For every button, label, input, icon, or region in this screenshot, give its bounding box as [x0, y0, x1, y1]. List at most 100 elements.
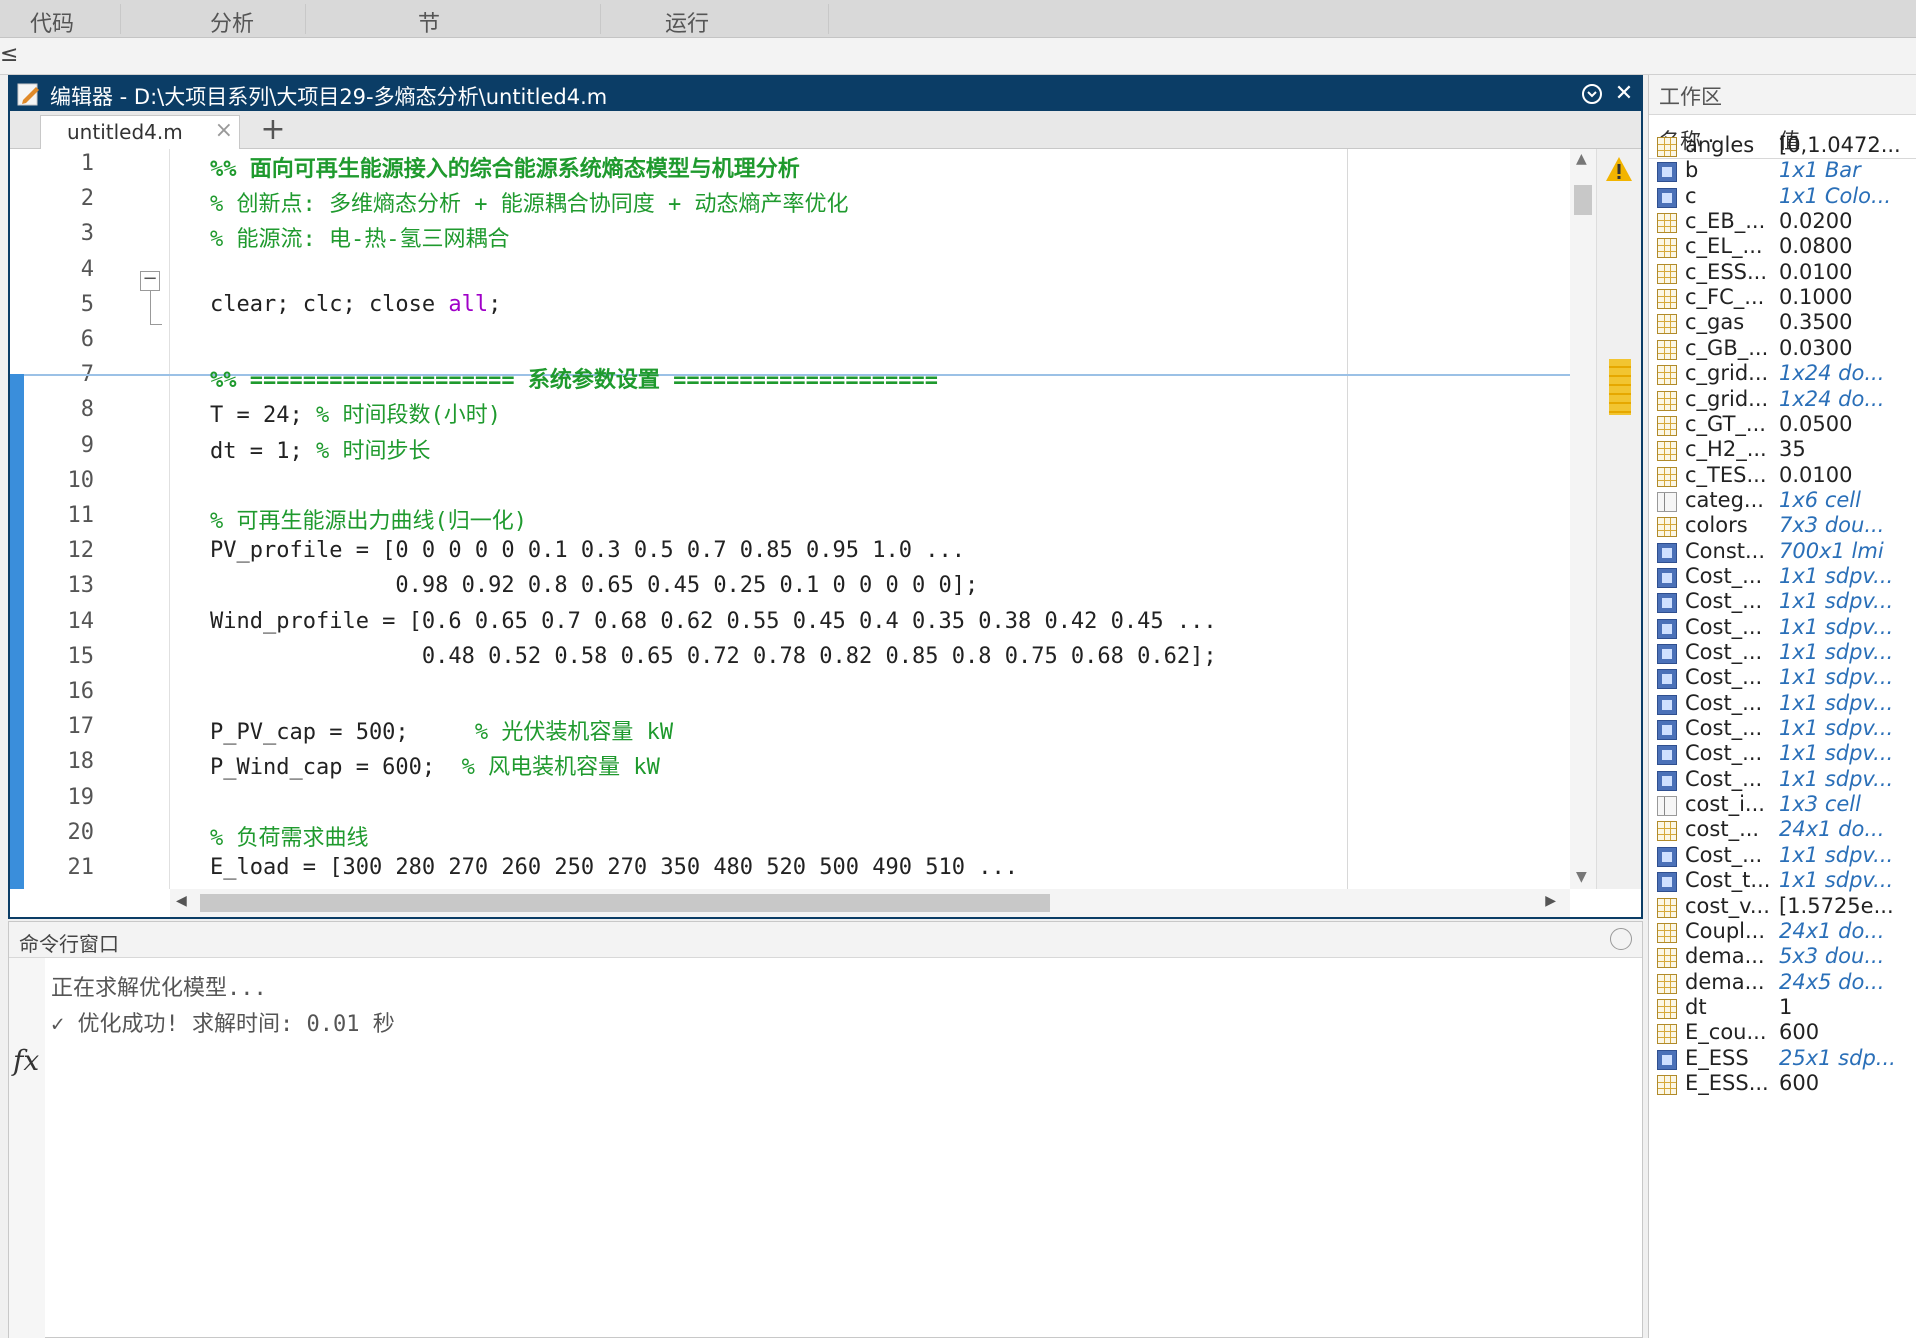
variable-value: 35 [1779, 437, 1806, 462]
variable-name: Cost_... [1685, 690, 1763, 715]
variable-value: 1x24 do... [1779, 386, 1885, 411]
line-number: 16 [67, 679, 95, 704]
scroll-left-arrow-icon[interactable]: ◀ [176, 893, 187, 909]
object-variable-icon [1657, 187, 1677, 208]
panel-options-icon[interactable] [1610, 928, 1632, 950]
command-window-header: 命令行窗口 [9, 922, 1642, 958]
numeric-array-icon [1657, 466, 1677, 487]
code-line[interactable]: % 创新点: 多维熵态分析 + 能源耦合协同度 + 动态熵产率优化 [210, 186, 848, 218]
numeric-array-icon [1657, 922, 1677, 943]
variable-name: cost_... [1685, 817, 1760, 842]
line-number: 1 [80, 151, 94, 176]
code-line[interactable]: dt = 1; % 时间步长 [210, 433, 430, 465]
variable-value: 0.1000 [1779, 285, 1853, 310]
code-text: dt = 1; [210, 438, 316, 464]
close-editor-icon[interactable]: ✕ [1611, 81, 1637, 107]
object-variable-icon [1657, 720, 1677, 741]
ribbon-tab-code[interactable]: 代码 [30, 6, 74, 38]
warning-icon[interactable] [1605, 155, 1633, 183]
fold-guide-end [150, 324, 162, 325]
variable-value: 0.0300 [1779, 335, 1853, 360]
command-window-title: 命令行窗口 [19, 932, 119, 956]
line-number: 18 [67, 749, 95, 775]
fold-toggle-icon[interactable]: − [140, 270, 160, 291]
code-line[interactable]: PV_profile = [0 0 0 0 0 0.1 0.3 0.5 0.7 … [210, 538, 965, 563]
object-variable-icon [1657, 162, 1677, 183]
variable-value: 7x3 dou... [1779, 513, 1885, 538]
code-comment: % 光伏装机容量 kW [474, 720, 674, 746]
command-output-line: ✓ 优化成功! 求解时间: 0.01 秒 [51, 1012, 395, 1037]
line-number: 8 [80, 397, 94, 423]
variable-name: c_grid... [1685, 386, 1769, 411]
line-number: 13 [67, 573, 95, 599]
code-area[interactable]: − 123456789101112131415161718192021 %% 面… [10, 149, 1574, 889]
object-variable-icon [1657, 593, 1677, 614]
variable-value: 1x1 sdpv... [1779, 716, 1894, 741]
code-line[interactable]: % 能源流: 电-热-氢三网耦合 [210, 221, 509, 253]
scroll-right-arrow-icon[interactable]: ▶ [1545, 893, 1556, 909]
function-browser-icon[interactable]: fx [13, 1044, 39, 1077]
line-number: 2 [80, 186, 94, 212]
horizontal-scroll-thumb[interactable] [200, 894, 1050, 912]
line-number: 12 [67, 538, 95, 564]
variable-name: colors [1685, 513, 1748, 538]
numeric-array-icon [1657, 415, 1677, 436]
section-comment: %% ==================== 系统参数设置 =========… [210, 368, 939, 394]
code-line[interactable]: %% ==================== 系统参数设置 =========… [210, 362, 938, 394]
variable-name: dema... [1685, 944, 1765, 969]
warning-marker[interactable] [1609, 359, 1631, 415]
cell-array-icon [1657, 796, 1677, 817]
variable-name: Const... [1685, 538, 1766, 563]
code-line[interactable]: %% 面向可再生能源接入的综合能源系统熵态模型与机理分析 [210, 151, 800, 183]
add-tab-button[interactable]: + [254, 115, 292, 149]
variable-name: c_ESS... [1685, 259, 1768, 284]
code-line[interactable]: Wind_profile = [0.6 0.65 0.7 0.68 0.62 0… [210, 609, 1217, 634]
line-number: 5 [80, 291, 94, 317]
ribbon-tab-bar: 代码 分析 节 运行 [0, 0, 1916, 38]
code-line[interactable]: % 可再生能源出力曲线(归一化) [210, 503, 527, 535]
code-line[interactable]: P_PV_cap = 500; % 光伏装机容量 kW [210, 714, 673, 746]
variable-value: 24x1 do... [1779, 817, 1885, 842]
variable-value: 1x1 sdpv... [1779, 741, 1894, 766]
code-text: E_load = [300 280 270 260 250 270 350 48… [210, 855, 1018, 880]
workspace-variable-row[interactable]: E_ESS... 600 [1649, 1069, 1916, 1100]
scroll-down-arrow-icon[interactable]: ▼ [1576, 869, 1587, 885]
line-number: 11 [67, 503, 95, 528]
ribbon-tab-run[interactable]: 运行 [665, 6, 709, 38]
variable-name: angles [1685, 133, 1755, 157]
tab-untitled4[interactable]: untitled4.m × [40, 115, 240, 149]
line-number: 3 [80, 221, 94, 247]
vertical-scroll-thumb[interactable] [1574, 185, 1592, 215]
variable-name: categ... [1685, 487, 1764, 512]
code-text: 0.48 0.52 0.58 0.65 0.72 0.78 0.82 0.85 … [210, 643, 1217, 669]
variable-value: 0.0500 [1779, 411, 1853, 436]
code-line[interactable]: 0.98 0.92 0.8 0.65 0.45 0.25 0.1 0 0 0 0… [210, 573, 978, 598]
code-line[interactable]: 0.48 0.52 0.58 0.65 0.72 0.78 0.82 0.85 … [210, 644, 1217, 669]
code-text: Wind_profile = [0.6 0.65 0.7 0.68 0.62 0… [210, 608, 1217, 634]
code-line[interactable]: T = 24; % 时间段数(小时) [210, 397, 501, 429]
numeric-array-icon [1657, 365, 1677, 386]
vertical-scrollbar[interactable]: ▲ ▼ [1570, 149, 1596, 889]
ribbon-tab-section[interactable]: 节 [418, 6, 440, 38]
code-line[interactable]: clear; clc; close all; [210, 292, 501, 317]
variable-value: 1x1 sdpv... [1779, 563, 1894, 588]
ribbon-tab-analyze[interactable]: 分析 [210, 6, 254, 38]
line-number: 21 [67, 855, 95, 880]
horizontal-scrollbar[interactable]: ◀ ▶ [170, 889, 1570, 917]
numeric-array-icon [1657, 137, 1677, 157]
code-text: T = 24; [210, 403, 316, 429]
code-line[interactable]: P_Wind_cap = 600; % 风电装机容量 kW [210, 749, 660, 781]
undock-icon[interactable] [1579, 81, 1605, 107]
numeric-array-icon [1657, 390, 1677, 411]
code-line[interactable]: E_load = [300 280 270 260 250 270 350 48… [210, 855, 1018, 880]
scroll-up-arrow-icon[interactable]: ▲ [1576, 151, 1587, 167]
code-comment: % 可再生能源出力曲线(归一化) [210, 509, 527, 534]
breadcrumb[interactable]: ≤ [0, 42, 18, 67]
code-line[interactable]: % 负荷需求曲线 [210, 820, 369, 852]
variable-name: b [1685, 158, 1699, 183]
object-variable-icon [1657, 542, 1677, 563]
object-variable-icon [1657, 618, 1677, 639]
tab-close-icon[interactable]: × [215, 118, 233, 143]
workspace-header: 工作区 [1649, 75, 1916, 115]
variable-name: Coupl... [1685, 918, 1766, 943]
